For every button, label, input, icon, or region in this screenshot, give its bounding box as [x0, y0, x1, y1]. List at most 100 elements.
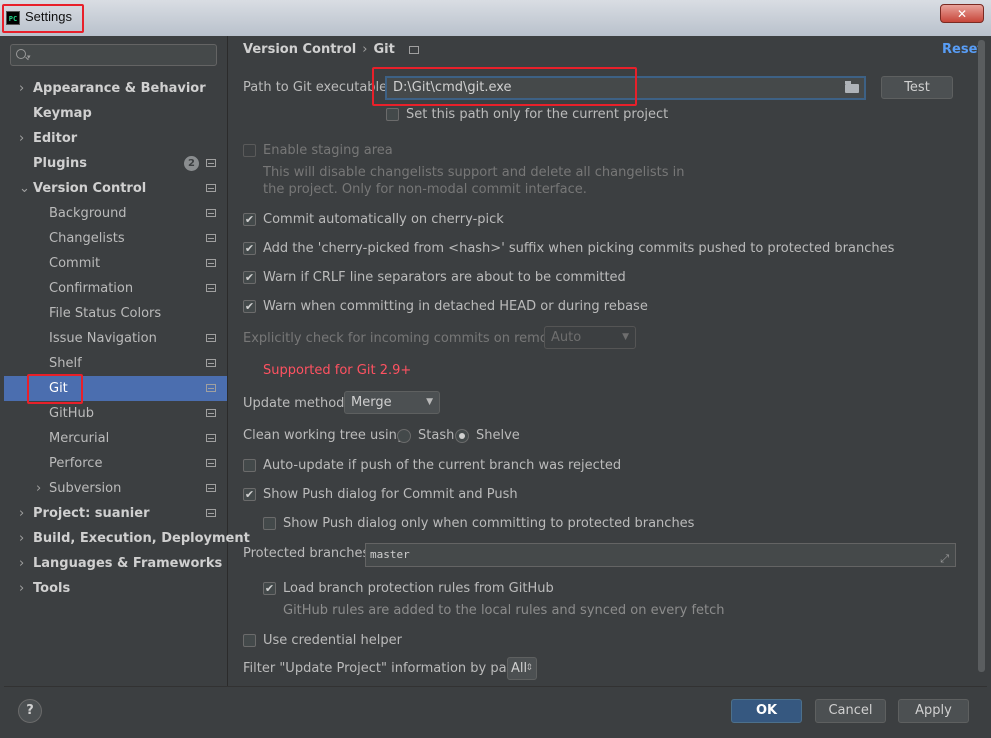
collapse-arrow-icon[interactable]: › — [19, 526, 24, 551]
sidebar-item-plugins[interactable]: Plugins 2 — [4, 151, 227, 176]
close-x-icon: ✕ — [956, 7, 968, 21]
sidebar-item-background[interactable]: Background — [4, 201, 227, 226]
collapse-arrow-icon[interactable]: › — [19, 501, 24, 526]
sidebar-item-languages-frameworks[interactable]: › Languages & Frameworks — [4, 551, 227, 576]
filter-paths-label: Filter "Update Project" information by p… — [243, 661, 532, 676]
stash-radio[interactable] — [397, 429, 411, 443]
test-button[interactable]: Test — [881, 76, 953, 99]
credential-helper-checkbox[interactable] — [243, 634, 256, 647]
sidebar-item-commit[interactable]: Commit — [4, 251, 227, 276]
dropdown-arrow-icon: ▼ — [622, 332, 629, 342]
sidebar-item-subversion[interactable]: › Subversion — [4, 476, 227, 501]
sidebar-item-project-suanier[interactable]: › Project: suanier — [4, 501, 227, 526]
project-settings-icon — [206, 284, 216, 292]
sidebar-item-changelists[interactable]: Changelists — [4, 226, 227, 251]
path-project-only-checkbox[interactable] — [386, 108, 399, 121]
load-rules-checkbox[interactable] — [263, 582, 276, 595]
sidebar-item-confirmation[interactable]: Confirmation — [4, 276, 227, 301]
incoming-commits-select[interactable]: Auto ▼ — [544, 326, 636, 349]
update-method-select[interactable]: Merge ▼ — [344, 391, 440, 414]
sidebar-item-git[interactable]: Git — [4, 376, 227, 401]
apply-button[interactable]: Apply — [898, 699, 969, 723]
sidebar-item-perforce[interactable]: Perforce — [4, 451, 227, 476]
show-push-protected-checkbox[interactable] — [263, 517, 276, 530]
staging-label: Enable staging area — [263, 143, 393, 158]
spinner-arrows-icon: ⇕ — [525, 663, 533, 673]
window-title: Settings — [25, 9, 72, 24]
cherry-suffix-checkbox[interactable] — [243, 242, 256, 255]
filter-paths-select[interactable]: All ⇕ — [507, 657, 537, 680]
auto-update-checkbox[interactable] — [243, 459, 256, 472]
sidebar-item-label: Build, Execution, Deployment — [33, 531, 250, 546]
sidebar-item-label: Background — [49, 206, 127, 221]
sidebar-item-shelf[interactable]: Shelf — [4, 351, 227, 376]
crlf-checkbox[interactable] — [243, 271, 256, 284]
collapse-arrow-icon[interactable]: › — [19, 76, 24, 101]
staging-checkbox[interactable] — [243, 144, 256, 157]
path-label: Path to Git executable: — [243, 80, 392, 95]
sidebar-item-label: Issue Navigation — [49, 331, 157, 346]
search-input[interactable]: ▾ — [10, 44, 217, 66]
incoming-commits-label: Explicitly check for incoming commits on… — [243, 331, 573, 346]
cherry-suffix-label: Add the 'cherry-picked from <hash>' suff… — [263, 241, 895, 256]
path-project-only-label: Set this path only for the current proje… — [406, 107, 669, 122]
sidebar-item-issue-navigation[interactable]: Issue Navigation — [4, 326, 227, 351]
dropdown-arrow-icon: ▼ — [426, 397, 433, 407]
collapse-arrow-icon[interactable]: › — [19, 126, 24, 151]
project-settings-icon — [206, 234, 216, 242]
project-settings-icon — [206, 384, 216, 392]
project-settings-icon — [206, 409, 216, 417]
browse-folder-icon[interactable] — [845, 81, 859, 93]
staging-note-line1: This will disable changelists support an… — [263, 165, 685, 180]
project-settings-icon — [206, 434, 216, 442]
project-settings-icon — [206, 159, 216, 167]
breadcrumb-version-control[interactable]: Version Control — [243, 42, 356, 57]
project-settings-icon — [206, 184, 216, 192]
sidebar-item-github[interactable]: GitHub — [4, 401, 227, 426]
sidebar-item-label: Appearance & Behavior — [33, 81, 206, 96]
collapse-arrow-icon[interactable]: › — [36, 476, 41, 501]
content-scrollbar[interactable] — [978, 40, 985, 672]
load-rules-label: Load branch protection rules from GitHub — [283, 581, 554, 596]
sidebar-item-label: Confirmation — [49, 281, 134, 296]
project-settings-icon — [206, 259, 216, 267]
show-push-protected-label: Show Push dialog only when committing to… — [283, 516, 695, 531]
ok-button[interactable]: OK — [731, 699, 802, 723]
collapse-arrow-icon[interactable]: › — [19, 551, 24, 576]
expand-icon[interactable]: ⤢ — [940, 548, 949, 570]
sidebar-item-label: Shelf — [49, 356, 82, 371]
show-push-checkbox[interactable] — [243, 488, 256, 501]
shelve-radio[interactable] — [455, 429, 469, 443]
cancel-button[interactable]: Cancel — [815, 699, 886, 723]
clean-tree-label: Clean working tree using: — [243, 428, 410, 443]
collapse-arrow-icon[interactable]: › — [19, 576, 24, 601]
protected-branches-input[interactable]: master ⤢ — [365, 543, 956, 567]
sidebar-item-label: Languages & Frameworks — [33, 556, 223, 571]
detached-head-checkbox[interactable] — [243, 300, 256, 313]
expand-arrow-icon[interactable]: ⌄ — [19, 176, 30, 201]
sidebar-item-version-control[interactable]: ⌄ Version Control — [4, 176, 227, 201]
staging-note-line2: the project. Only for non-modal commit i… — [263, 182, 587, 197]
sidebar-item-appearance-behavior[interactable]: › Appearance & Behavior — [4, 76, 227, 101]
sidebar-item-editor[interactable]: › Editor — [4, 126, 227, 151]
cherry-pick-checkbox[interactable] — [243, 213, 256, 226]
sidebar-item-tools[interactable]: › Tools — [4, 576, 227, 601]
sidebar-item-label: Perforce — [49, 456, 103, 471]
plugins-update-badge: 2 — [184, 156, 199, 171]
sidebar-item-file-status-colors[interactable]: File Status Colors — [4, 301, 227, 326]
close-button[interactable]: ✕ — [940, 4, 984, 23]
load-rules-note: GitHub rules are added to the local rule… — [283, 603, 725, 618]
git-path-input[interactable]: D:\Git\cmd\git.exe — [385, 76, 866, 100]
supported-version-warning: Supported for Git 2.9+ — [263, 363, 412, 378]
sidebar-item-mercurial[interactable]: Mercurial — [4, 426, 227, 451]
show-push-label: Show Push dialog for Commit and Push — [263, 487, 518, 502]
shelve-label: Shelve — [476, 428, 520, 443]
sidebar-item-keymap[interactable]: Keymap — [4, 101, 227, 126]
sidebar-item-label: File Status Colors — [49, 306, 162, 321]
help-button[interactable]: ? — [18, 699, 42, 723]
update-method-label: Update method: — [243, 396, 349, 411]
auto-update-label: Auto-update if push of the current branc… — [263, 458, 622, 473]
sidebar-item-label: Editor — [33, 131, 78, 146]
sidebar-item-build-execution-deployment[interactable]: › Build, Execution, Deployment — [4, 526, 250, 551]
sidebar-item-label: Keymap — [33, 106, 92, 121]
